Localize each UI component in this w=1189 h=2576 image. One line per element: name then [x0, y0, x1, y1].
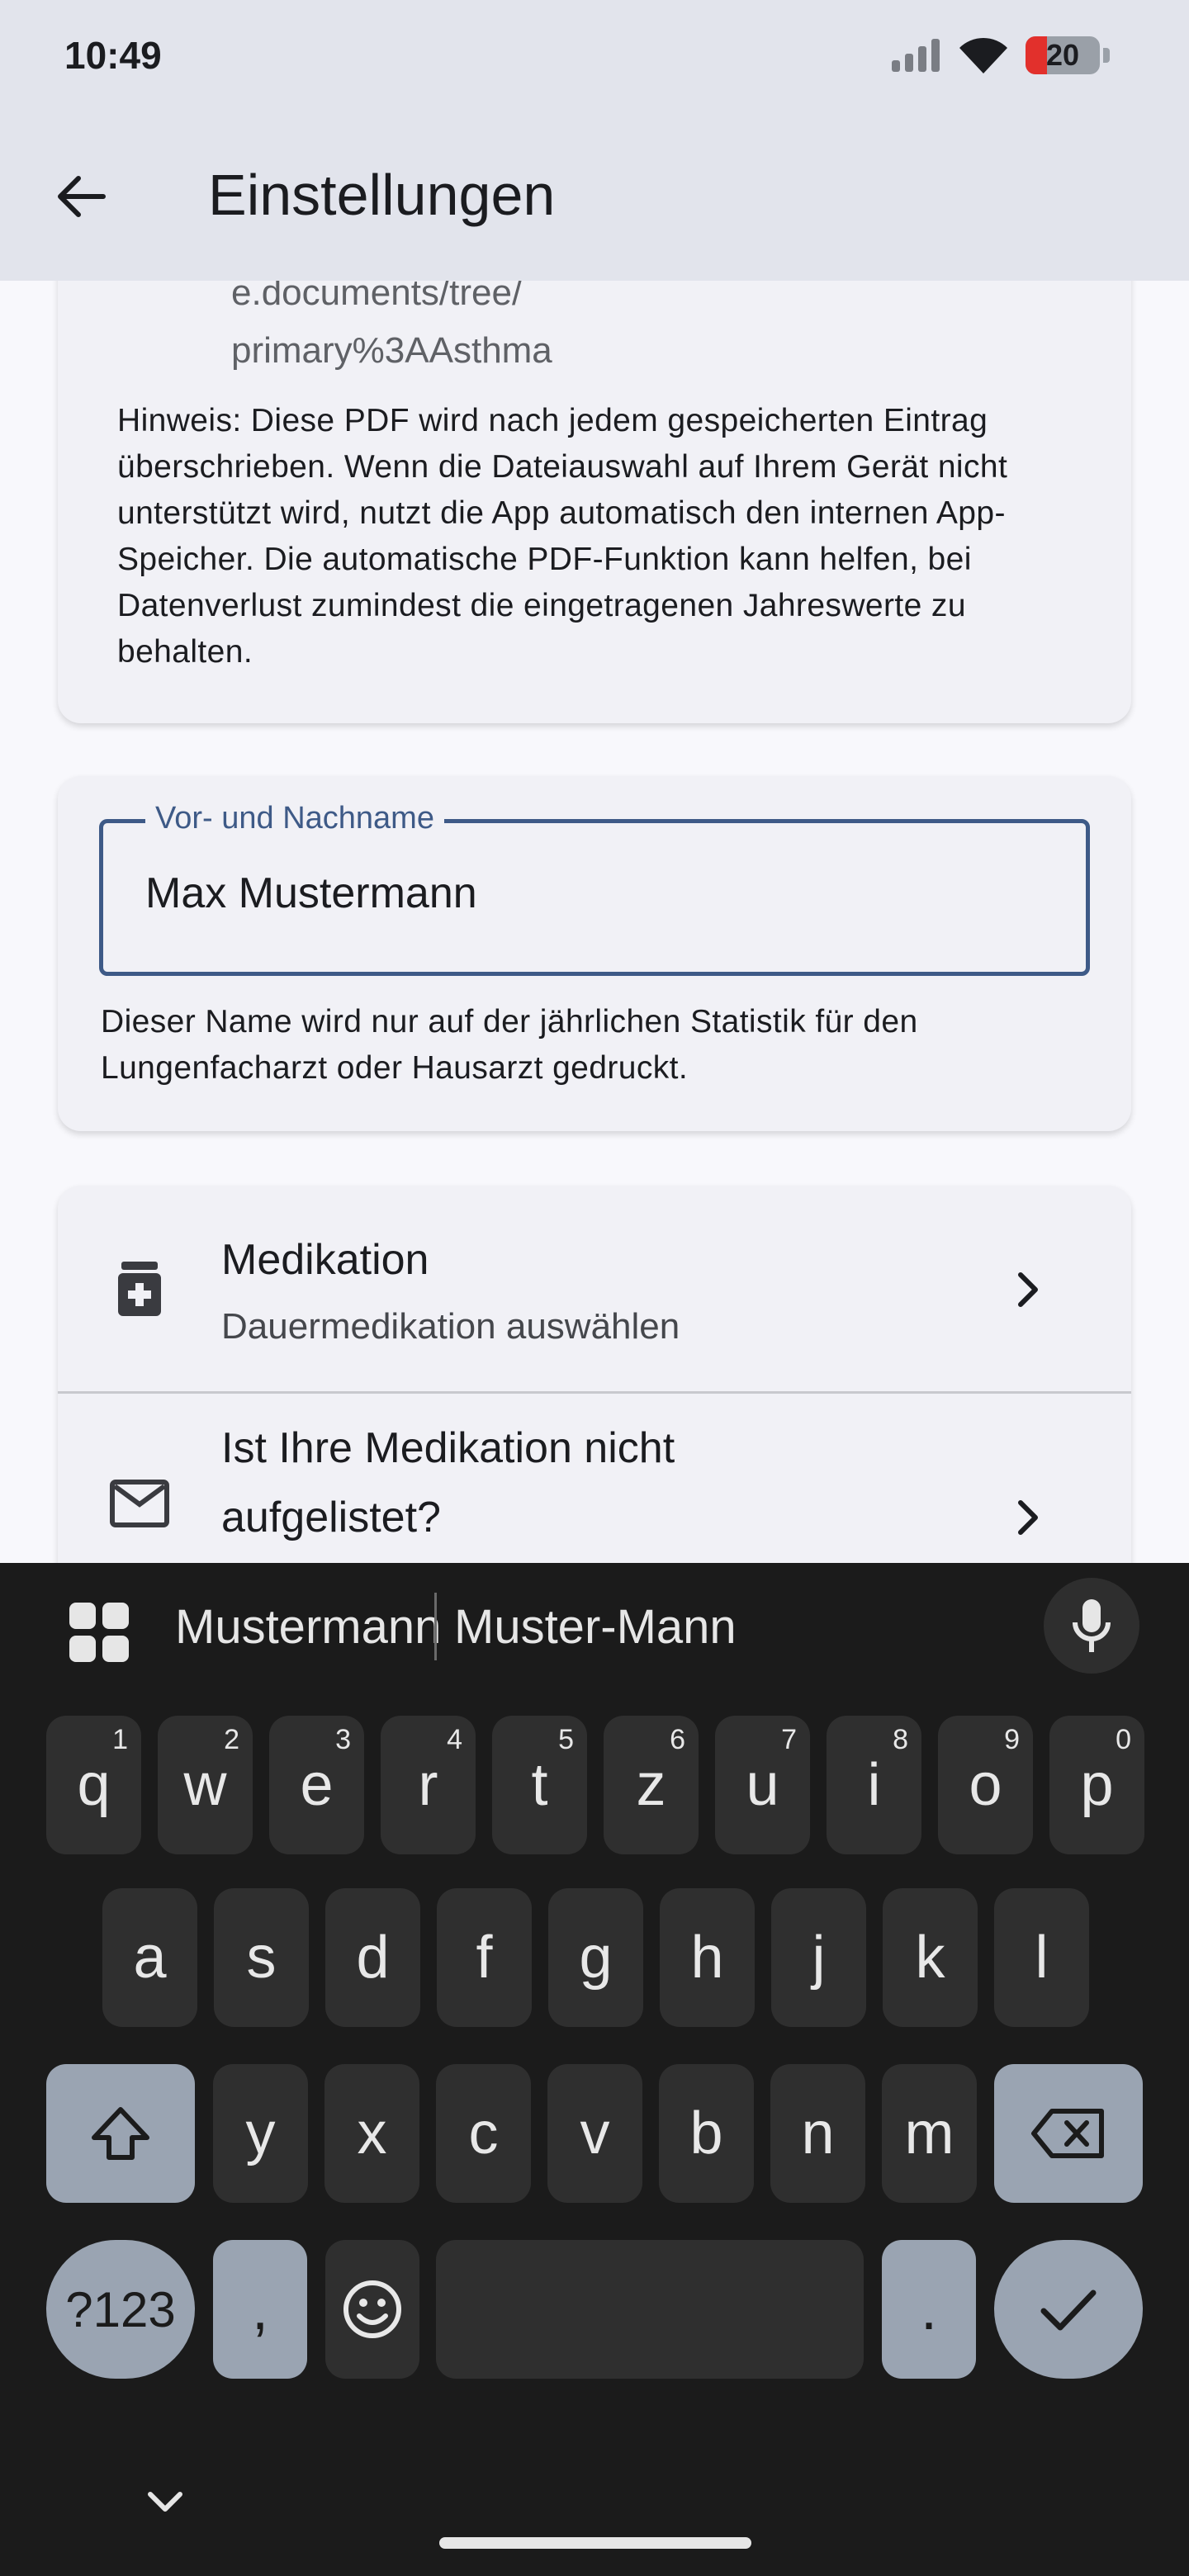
list-item-missing-medication-title-line2: aufgelistet?	[221, 1494, 441, 1541]
key-v[interactable]: v	[547, 2064, 642, 2203]
key-l[interactable]: l	[994, 1888, 1089, 2027]
list-item-medication[interactable]: Medikation Dauermedikation auswählen	[58, 1186, 1131, 1394]
voice-input-button[interactable]	[1044, 1578, 1139, 1674]
key-r[interactable]: r4	[381, 1716, 476, 1854]
key-number-hint: 2	[224, 1724, 239, 1755]
key-number-hint: 1	[112, 1724, 128, 1755]
name-card: Vor- und Nachname Max Mustermann Dieser …	[58, 776, 1131, 1131]
list-item-missing-medication-title-line1: Ist Ihre Medikation nicht	[221, 1424, 675, 1472]
key-label: o	[969, 1752, 1002, 1818]
pdf-folder-path-line2: primary%3AAsthma	[231, 330, 552, 371]
list-item-medication-title: Medikation	[221, 1236, 429, 1284]
key-label: i	[867, 1752, 881, 1818]
key-w[interactable]: w2	[158, 1716, 253, 1854]
key-label: p	[1080, 1752, 1114, 1818]
gesture-home-bar[interactable]	[439, 2537, 751, 2549]
key-c[interactable]: c	[436, 2064, 531, 2203]
chevron-right-icon	[1007, 1265, 1049, 1314]
key-label: e	[300, 1752, 334, 1818]
wifi-icon	[959, 37, 1007, 73]
key-label: z	[636, 1752, 666, 1818]
key-u[interactable]: u7	[715, 1716, 810, 1854]
soft-keyboard: Mustermann Muster-Mann q1w2e3r4t5z6u7i8o…	[0, 1563, 1189, 2576]
status-icons: 20	[892, 36, 1110, 74]
page-title: Einstellungen	[208, 163, 556, 227]
suggestion-divider	[434, 1593, 437, 1660]
key-q[interactable]: q1	[46, 1716, 141, 1854]
settings-list-card: Medikation Dauermedikation auswählen Ist…	[58, 1186, 1131, 1598]
chevron-down-icon	[148, 2492, 182, 2512]
key-k[interactable]: k	[883, 1888, 978, 2027]
pdf-hint-text: Hinweis: Diese PDF wird nach jedem gespe…	[117, 403, 1008, 670]
name-input-value[interactable]: Max Mustermann	[145, 869, 477, 918]
backspace-key[interactable]	[994, 2064, 1143, 2203]
emoji-icon	[343, 2280, 401, 2338]
status-time: 10:49	[64, 34, 162, 77]
battery-icon: 20	[1026, 36, 1100, 74]
key-number-hint: 4	[447, 1724, 462, 1755]
key-s[interactable]: s	[214, 1888, 309, 2027]
name-input-label: Vor- und Nachname	[145, 799, 444, 837]
key-number-hint: 8	[893, 1724, 908, 1755]
list-item-medication-subtitle: Dauermedikation auswählen	[221, 1306, 680, 1347]
comma-key[interactable]: ,	[213, 2240, 307, 2379]
key-label: r	[418, 1752, 438, 1818]
key-m[interactable]: m	[882, 2064, 977, 2203]
top-app-bar: 10:49 20 Einstellungen	[0, 0, 1189, 281]
key-x[interactable]: x	[324, 2064, 419, 2203]
done-key[interactable]	[994, 2240, 1143, 2379]
suggestion-strip: Mustermann Muster-Mann	[0, 1563, 1189, 1687]
key-b[interactable]: b	[659, 2064, 754, 2203]
hide-keyboard-button[interactable]	[147, 2489, 183, 2518]
key-i[interactable]: i8	[827, 1716, 921, 1854]
key-label: t	[531, 1752, 548, 1818]
pdf-folder-path[interactable]: e.documents/tree/ primary%3AAsthma	[231, 264, 552, 380]
battery-tip	[1103, 48, 1110, 63]
key-p[interactable]: p0	[1049, 1716, 1144, 1854]
microphone-icon	[1073, 1599, 1111, 1652]
suggestion-1[interactable]: Mustermann	[175, 1599, 441, 1655]
key-h[interactable]: h	[660, 1888, 755, 2027]
keyboard-apps-icon[interactable]	[69, 1603, 129, 1662]
battery-level: 20	[1045, 38, 1080, 72]
key-d[interactable]: d	[325, 1888, 420, 2027]
backspace-icon	[1031, 2109, 1104, 2158]
key-j[interactable]: j	[771, 1888, 866, 2027]
key-e[interactable]: e3	[269, 1716, 364, 1854]
key-number-hint: 0	[1116, 1724, 1131, 1755]
key-y[interactable]: y	[213, 2064, 308, 2203]
medication-icon	[109, 1258, 170, 1319]
name-helper-text: Dieser Name wird nur auf der jährlichen …	[101, 1004, 918, 1086]
key-label: q	[77, 1752, 111, 1818]
key-label: w	[183, 1752, 227, 1818]
shift-key[interactable]	[46, 2064, 195, 2203]
key-g[interactable]: g	[548, 1888, 643, 2027]
key-number-hint: 3	[335, 1724, 351, 1755]
arrow-left-icon	[58, 176, 106, 217]
symbols-key[interactable]: ?123	[46, 2240, 195, 2379]
emoji-key[interactable]	[325, 2240, 419, 2379]
checkmark-icon	[1040, 2290, 1097, 2331]
suggestion-2[interactable]: Muster-Mann	[454, 1599, 737, 1655]
key-number-hint: 7	[781, 1724, 797, 1755]
chevron-right-icon	[1007, 1493, 1049, 1542]
period-key[interactable]: .	[882, 2240, 976, 2379]
key-number-hint: 5	[558, 1724, 574, 1755]
signal-icon	[892, 39, 940, 72]
key-number-hint: 9	[1004, 1724, 1020, 1755]
key-o[interactable]: o9	[938, 1716, 1033, 1854]
key-f[interactable]: f	[437, 1888, 532, 2027]
key-n[interactable]: n	[770, 2064, 865, 2203]
key-label: u	[746, 1752, 779, 1818]
mail-icon	[109, 1473, 170, 1534]
space-key[interactable]	[436, 2240, 864, 2379]
back-button[interactable]	[46, 162, 116, 231]
key-a[interactable]: a	[102, 1888, 197, 2027]
key-z[interactable]: z6	[604, 1716, 699, 1854]
key-number-hint: 6	[670, 1724, 685, 1755]
shift-icon	[92, 2107, 149, 2160]
key-t[interactable]: t5	[492, 1716, 587, 1854]
